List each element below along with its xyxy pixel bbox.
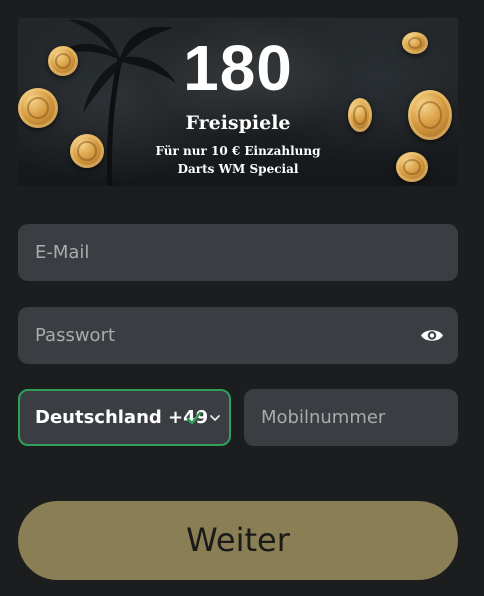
banner-event-text: Darts WM Special — [177, 162, 299, 176]
email-field[interactable]: E-Mail — [18, 224, 458, 281]
password-placeholder: Passwort — [35, 325, 116, 346]
banner-title: Freispiele — [185, 112, 291, 134]
chevron-down-icon — [210, 415, 220, 421]
continue-button[interactable]: Weiter — [18, 501, 458, 580]
promo-banner[interactable]: 180 Freispiele Für nur 10 € Einzahlung D… — [18, 18, 458, 186]
freespins-count: 180 — [183, 32, 293, 104]
mobile-number-field[interactable]: Mobilnummer — [244, 389, 458, 446]
checkmark-icon — [186, 411, 202, 425]
mobile-placeholder: Mobilnummer — [261, 407, 386, 428]
country-code-value: Deutschland +49 — [35, 407, 209, 428]
email-placeholder: E-Mail — [35, 242, 90, 263]
eye-icon[interactable] — [420, 325, 444, 346]
banner-deposit-text: Für nur 10 € Einzahlung — [155, 144, 321, 158]
password-field[interactable]: Passwort — [18, 307, 458, 364]
country-code-select[interactable]: Deutschland +49 — [18, 389, 231, 446]
